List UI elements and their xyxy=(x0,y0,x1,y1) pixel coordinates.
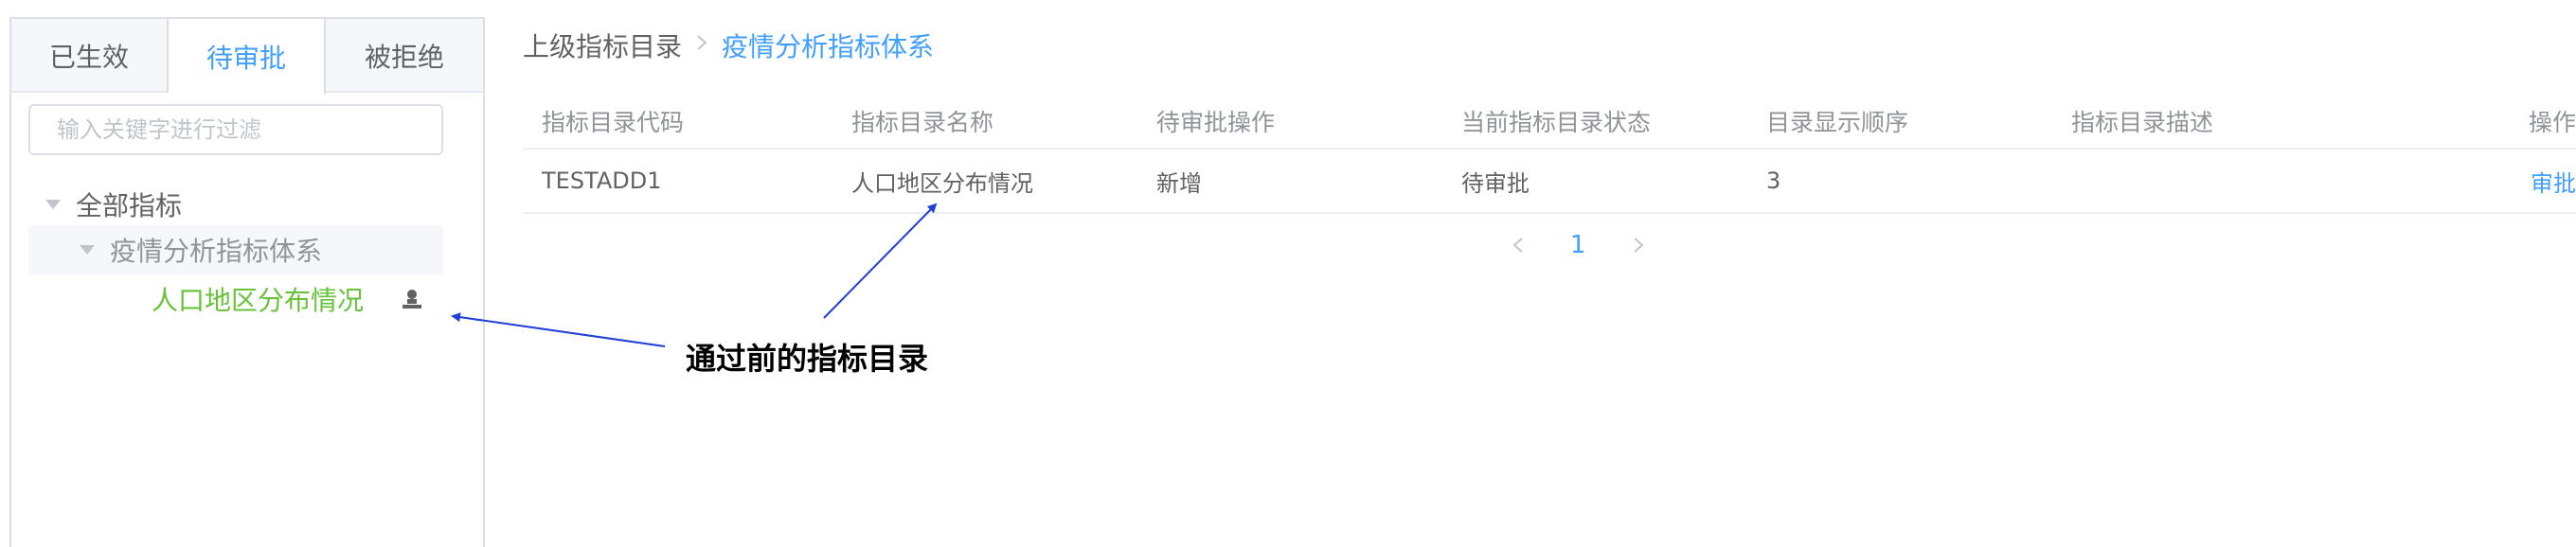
tree-node-label: 全部指标 xyxy=(76,190,183,221)
user-icon[interactable] xyxy=(402,288,422,310)
tab-pending[interactable]: 待审批 xyxy=(169,19,326,95)
chevron-left-icon[interactable] xyxy=(1502,229,1534,261)
tree-node-label: 疫情分析指标体系 xyxy=(110,236,323,267)
breadcrumb: 上级指标目录 疫情分析指标体系 xyxy=(523,26,934,64)
tab-rejected[interactable]: 被拒绝 xyxy=(326,19,483,93)
column-header: 指标目录描述 xyxy=(2071,109,2214,136)
cell-status: 待审批 xyxy=(1461,169,1530,197)
cell-order: 3 xyxy=(1766,168,1781,194)
tree-node-root[interactable]: 全部指标 xyxy=(28,180,443,229)
breadcrumb-current: 疫情分析指标体系 xyxy=(722,31,935,62)
status-tabs: 已生效 待审批 被拒绝 xyxy=(11,19,483,95)
table-header: 指标目录代码 指标目录名称 待审批操作 当前指标目录状态 目录显示顺序 指标目录… xyxy=(523,95,2576,150)
chevron-right-icon xyxy=(695,31,708,60)
tree-node-label: 人口地区分布情况 xyxy=(152,285,365,316)
tree-node-leaf[interactable]: 人口地区分布情况 xyxy=(28,274,443,324)
tab-effective[interactable]: 已生效 xyxy=(11,19,169,93)
page-number[interactable]: 1 xyxy=(1570,231,1586,259)
table-row: TESTADD1 人口地区分布情况 新增 待审批 3 审批 xyxy=(523,150,2576,214)
chevron-right-icon[interactable] xyxy=(1622,229,1655,261)
tree-node-child[interactable]: 疫情分析指标体系 xyxy=(28,225,443,274)
approve-link[interactable]: 审批 xyxy=(2531,170,2576,197)
annotation-label: 通过前的指标目录 xyxy=(686,341,929,377)
column-header: 指标目录名称 xyxy=(851,109,994,136)
filter-input[interactable] xyxy=(28,104,443,155)
column-header: 指标目录代码 xyxy=(542,109,685,136)
cell-name: 人口地区分布情况 xyxy=(851,169,1033,197)
caret-down-icon[interactable] xyxy=(45,200,61,209)
cell-pending-op: 新增 xyxy=(1156,169,1202,197)
column-header: 当前指标目录状态 xyxy=(1461,109,1652,136)
column-header: 待审批操作 xyxy=(1156,109,1276,136)
arrow-to-table-cell xyxy=(823,203,938,319)
cell-action: 审批 xyxy=(2450,165,2576,198)
pagination: 1 xyxy=(1502,229,1655,261)
breadcrumb-parent[interactable]: 上级指标目录 xyxy=(523,26,682,64)
cell-code: TESTADD1 xyxy=(542,168,662,194)
column-header: 操作 xyxy=(2528,109,2576,136)
column-header: 目录显示顺序 xyxy=(1766,109,1909,136)
catalog-table: 指标目录代码 指标目录名称 待审批操作 当前指标目录状态 目录显示顺序 指标目录… xyxy=(523,95,2576,214)
caret-down-icon[interactable] xyxy=(80,245,95,255)
